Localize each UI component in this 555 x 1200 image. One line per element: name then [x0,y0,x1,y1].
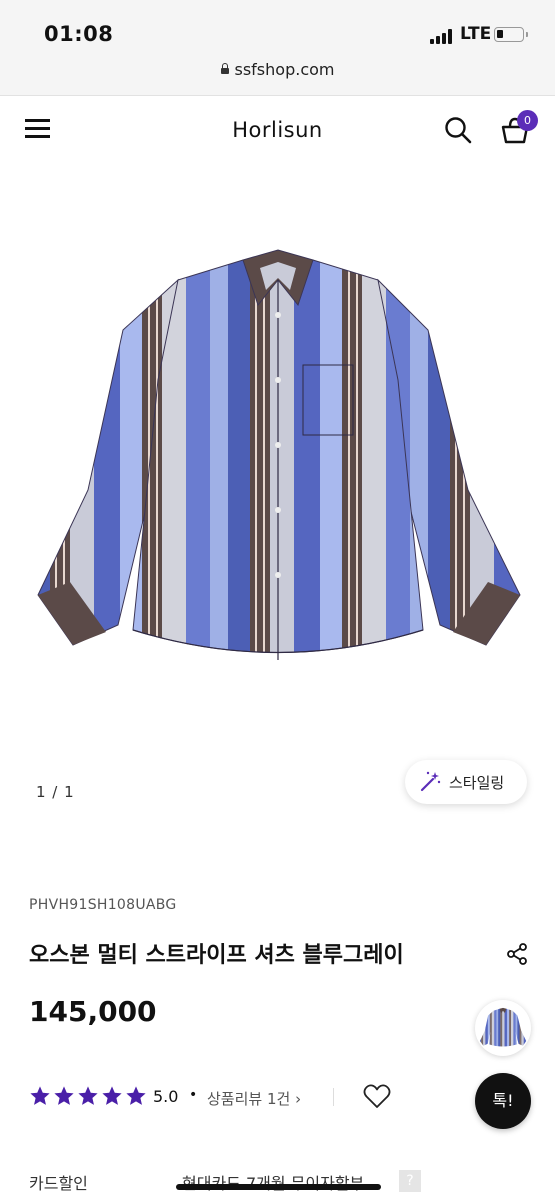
product-price: 145,000 [29,995,157,1028]
star-icon [54,1086,74,1105]
styling-button[interactable]: 스타일링 [405,760,527,804]
status-bar: 01:08 LTE ssfshop.com [0,0,555,96]
card-discount-value: 현대카드 7개월 무이자할부 [182,1170,364,1194]
lock-icon [220,63,229,74]
url-text: ssfshop.com [234,60,335,79]
divider [333,1088,334,1106]
image-pager: 1 / 1 [36,783,75,801]
card-discount-label: 카드할인 [29,1174,88,1193]
search-icon[interactable] [444,116,472,144]
thumbnail-shirt-image [479,1007,527,1047]
star-icon [78,1086,98,1105]
battery-icon [494,27,528,42]
star-icon [102,1086,122,1105]
clock: 01:08 [44,22,114,46]
network-type: LTE [460,24,492,44]
chat-button[interactable]: 톡! [475,1073,531,1129]
product-thumbnail[interactable] [475,1000,531,1056]
magic-wand-icon [420,771,441,792]
star-icon [126,1086,146,1105]
cart-count-badge: 0 [517,110,538,131]
rating-value: 5.0 [153,1087,179,1106]
address-bar[interactable]: ssfshop.com [0,60,555,79]
heart-icon[interactable] [363,1083,391,1109]
styling-label: 스타일링 [449,774,505,792]
site-header: Horlisun [0,96,555,166]
share-icon[interactable] [506,943,528,965]
review-link[interactable]: 상품리뷰 1건 › [207,1088,301,1109]
product-image[interactable] [28,240,528,680]
signal-icon [430,28,456,44]
product-title: 오스본 멀티 스트라이프 셔츠 블루그레이 [29,943,404,968]
home-indicator [176,1184,381,1190]
star-icon [30,1086,50,1105]
separator-dot: • [189,1087,198,1103]
product-code: PHVH91SH108UABG [29,897,177,913]
help-icon[interactable]: ? [399,1170,421,1192]
